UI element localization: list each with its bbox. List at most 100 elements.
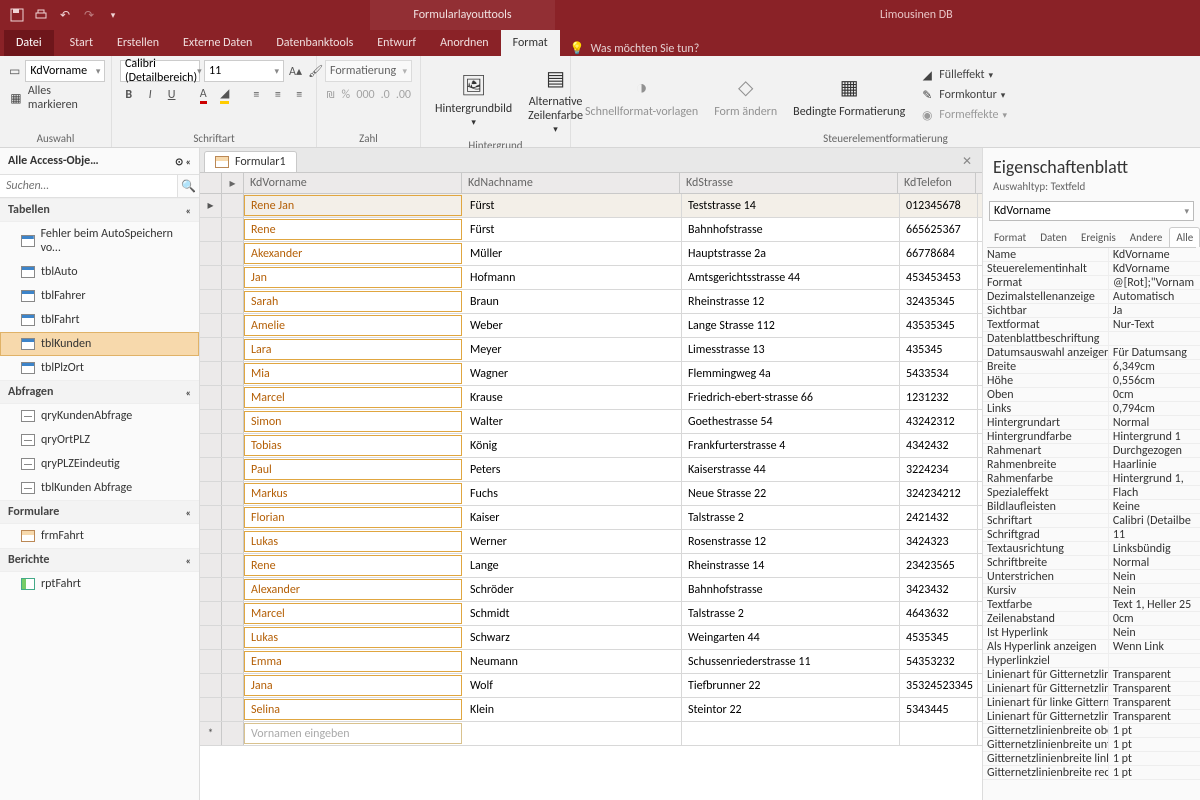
cell[interactable]: Rene Jan [244,195,462,216]
cell[interactable]: Jana [244,675,462,696]
cell[interactable]: Florian [244,507,462,528]
row-selector[interactable] [200,578,222,601]
nav-group-header[interactable]: Abfragen« [0,380,199,404]
font-color-icon[interactable]: A [195,84,212,106]
row-selector[interactable] [200,314,222,337]
table-row[interactable]: EmmaNeumannSchussenriederstrasse 1154353… [200,650,982,674]
save-icon[interactable] [6,4,28,26]
property-row[interactable]: SteuerelementinhaltKdVorname [983,262,1200,276]
property-tab[interactable]: Daten [1033,227,1074,247]
italic-icon[interactable]: I [141,84,158,106]
cell[interactable]: 2421432 [900,506,978,529]
property-row[interactable]: HintergrundartNormal [983,416,1200,430]
property-row[interactable]: SichtbarJa [983,304,1200,318]
property-value[interactable]: Automatisch [1109,290,1200,303]
cell[interactable]: Schröder [464,578,682,601]
property-value[interactable]: Durchgezogen [1109,444,1200,457]
property-row[interactable]: Linienart für Gitternetzlinien uTranspar… [983,682,1200,696]
shape-fill-button[interactable]: ◢Fülleffekt▾ [915,66,1011,84]
property-row[interactable]: Linienart für Gitternetzlinien reTranspa… [983,710,1200,724]
cell[interactable]: Teststrasse 14 [682,194,900,217]
cell[interactable]: Selina [244,699,462,720]
property-row[interactable]: HintergrundfarbeHintergrund 1 [983,430,1200,444]
grow-font-icon[interactable]: A▴ [288,60,303,82]
property-value[interactable]: 6,349cm [1109,360,1200,373]
cell[interactable]: Akexander [244,243,462,264]
cell[interactable]: Emma [244,651,462,672]
row-selector[interactable]: ▸ [200,194,222,217]
property-row[interactable]: TextformatNur-Text [983,318,1200,332]
property-value[interactable]: Transparent [1109,710,1200,723]
property-row[interactable]: Datenblattbeschriftung [983,332,1200,346]
property-row[interactable]: Links0,794cm [983,402,1200,416]
row-selector[interactable] [200,506,222,529]
table-row[interactable]: ▸Rene JanFürstTeststrasse 14012345678 [200,194,982,218]
property-value[interactable]: Haarlinie [1109,458,1200,471]
row-selector[interactable] [200,626,222,649]
nav-item[interactable]: qryPLZEindeutig [0,452,199,476]
property-value[interactable]: Nein [1109,626,1200,639]
nav-item[interactable]: tblKunden [0,332,199,356]
qat-customize-icon[interactable]: ▾ [102,4,124,26]
expand-cell[interactable] [222,362,244,385]
cell[interactable]: Sarah [244,291,462,312]
table-row[interactable]: PaulPetersKaiserstrasse 443224234 [200,458,982,482]
property-value[interactable]: 0,556cm [1109,374,1200,387]
cell[interactable]: Mia [244,363,462,384]
close-icon[interactable]: ✕ [958,152,976,171]
cell[interactable]: 35324523345 [900,674,978,697]
select-all-cell[interactable] [200,173,222,193]
search-icon[interactable]: 🔍 [177,175,199,197]
undo-icon[interactable]: ↶ [54,4,76,26]
property-row[interactable]: Hyperlinkziel [983,654,1200,668]
cell[interactable]: Schmidt [464,602,682,625]
property-value[interactable]: 0,794cm [1109,402,1200,415]
table-row[interactable]: AkexanderMüllerHauptstrasse 2a66778684 [200,242,982,266]
nav-item[interactable]: tblAuto [0,260,199,284]
nav-item[interactable]: Fehler beim AutoSpeichern vo… [0,222,199,260]
nav-item[interactable]: tblFahrt [0,308,199,332]
table-row[interactable]: ReneFürstBahnhofstrasse665625367 [200,218,982,242]
expand-cell[interactable] [222,674,244,697]
property-object-combo[interactable]: KdVorname▾ [989,201,1194,221]
cell[interactable]: Fürst [464,218,682,241]
property-value[interactable]: 11 [1109,528,1200,541]
expand-cell[interactable] [222,194,244,217]
cell[interactable]: Alexander [244,579,462,600]
cell[interactable]: Rheinstrasse 12 [682,290,900,313]
nav-item[interactable]: qryKundenAbfrage [0,404,199,428]
table-row[interactable]: TobiasKönigFrankfurterstrasse 44342432 [200,434,982,458]
cell[interactable]: Limesstrasse 13 [682,338,900,361]
property-row[interactable]: Gitternetzlinienbreite rechts1 pt [983,766,1200,780]
selection-combo[interactable]: KdVorname▾ [25,60,105,82]
expand-cell[interactable] [222,650,244,673]
property-row[interactable]: Zeilenabstand0cm [983,612,1200,626]
table-row[interactable]: MarkusFuchsNeue Strasse 22324234212 [200,482,982,506]
cell[interactable]: Lara [244,339,462,360]
nav-item[interactable]: frmFahrt [0,524,199,548]
property-tab[interactable]: Format [987,227,1033,247]
row-selector[interactable] [200,338,222,361]
nav-item[interactable]: tblPlzOrt [0,356,199,380]
document-tab[interactable]: Formular1 [204,151,297,172]
property-value[interactable]: Ja [1109,304,1200,317]
thousands-icon[interactable]: 000 [355,84,375,106]
property-row[interactable]: Gitternetzlinienbreite oben1 pt [983,724,1200,738]
cell[interactable]: 5343445 [900,698,978,721]
cell[interactable]: Rheinstrasse 14 [682,554,900,577]
property-value[interactable]: Text 1, Heller 25 [1109,598,1200,611]
property-row[interactable]: Als Hyperlink anzeigenWenn Link [983,640,1200,654]
property-value[interactable]: Transparent [1109,682,1200,695]
cell[interactable]: Markus [244,483,462,504]
property-row[interactable]: Format@[Rot];"Vornam [983,276,1200,290]
property-row[interactable]: BildlaufleistenKeine [983,500,1200,514]
property-value[interactable]: Nur-Text [1109,318,1200,331]
property-row[interactable]: DezimalstellenanzeigeAutomatisch [983,290,1200,304]
property-value[interactable]: Hintergrund 1 [1109,430,1200,443]
background-image-button[interactable]: 🖼Hintergrundbild▾ [429,67,518,130]
chevron-down-icon[interactable]: ⊙ « [175,155,191,168]
cell[interactable]: Marcel [244,603,462,624]
cell[interactable]: Tobias [244,435,462,456]
expand-cell[interactable] [222,266,244,289]
cell[interactable]: 3424323 [900,530,978,553]
